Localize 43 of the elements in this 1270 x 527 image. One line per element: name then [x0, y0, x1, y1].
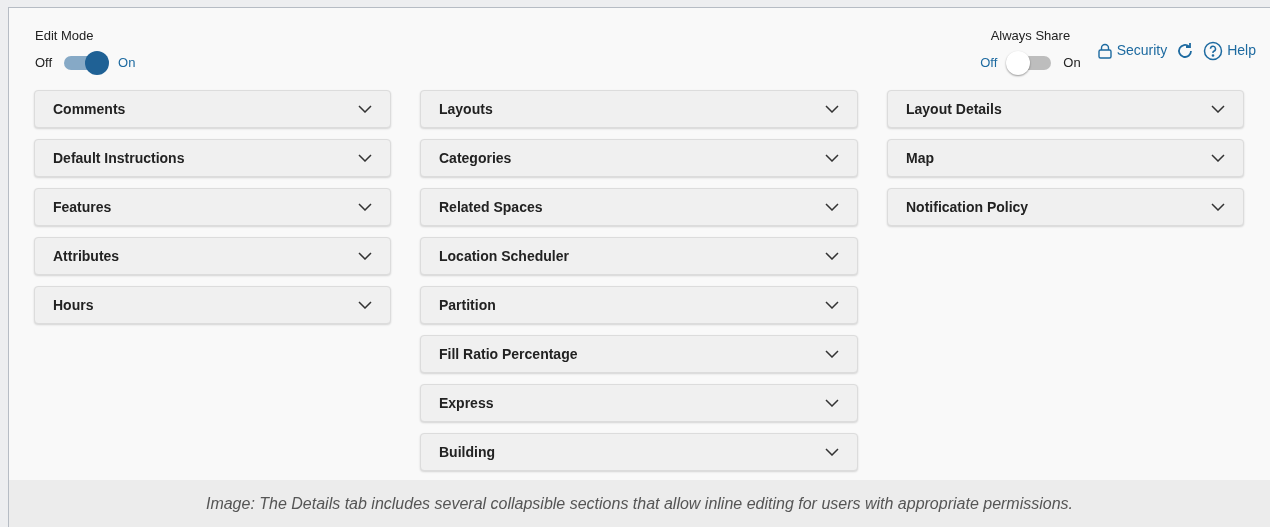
chevron-down-icon [825, 154, 839, 162]
chevron-down-icon [825, 350, 839, 358]
section-header[interactable]: Attributes [34, 237, 391, 275]
chevron-down-icon [825, 399, 839, 407]
chevron-down-icon [358, 252, 372, 260]
help-link[interactable]: Help [1203, 40, 1256, 61]
lock-icon [1096, 42, 1113, 59]
section-header[interactable]: Express [420, 384, 858, 422]
section-header[interactable]: Layout Details [887, 90, 1244, 128]
section-header[interactable]: Partition [420, 286, 858, 324]
chevron-down-icon [1211, 154, 1225, 162]
section-header[interactable]: Features [34, 188, 391, 226]
section-header[interactable]: Map [887, 139, 1244, 177]
chevron-down-icon [825, 252, 839, 260]
chevron-down-icon [358, 301, 372, 309]
chevron-down-icon [358, 105, 372, 113]
chevron-down-icon [825, 203, 839, 211]
chevron-down-icon [358, 154, 372, 162]
chevron-down-icon [1211, 105, 1225, 113]
section-header[interactable]: Fill Ratio Percentage [420, 335, 858, 373]
chevron-down-icon [825, 105, 839, 113]
chevron-down-icon [825, 448, 839, 456]
toggle-label: Always Share [990, 27, 1071, 45]
section-header[interactable]: Building [420, 433, 858, 471]
off-label: Off [980, 53, 998, 72]
help-icon [1203, 40, 1224, 61]
chevron-down-icon [358, 203, 372, 211]
section-header[interactable]: Categories [420, 139, 858, 177]
section-header[interactable]: Location Scheduler [420, 237, 858, 275]
on-label: On [118, 53, 136, 72]
section-header[interactable]: Comments [34, 90, 391, 128]
section-header[interactable]: Layouts [420, 90, 858, 128]
section-header[interactable]: Hours [34, 286, 391, 324]
chevron-down-icon [1211, 203, 1225, 211]
section-header[interactable]: Default Instructions [34, 139, 391, 177]
on-label: On [1063, 53, 1081, 72]
chevron-down-icon [825, 301, 839, 309]
toggle-label: Edit Mode [35, 27, 94, 45]
section-header[interactable]: Notification Policy [887, 188, 1244, 226]
off-label: Off [35, 53, 53, 72]
security-link[interactable]: Security [1096, 40, 1168, 61]
image-caption: Image: The Details tab includes several collapsible sections that allow inline editing for users with appropriate permissions. [205, 493, 1074, 514]
section-header[interactable]: Related Spaces [420, 188, 858, 226]
